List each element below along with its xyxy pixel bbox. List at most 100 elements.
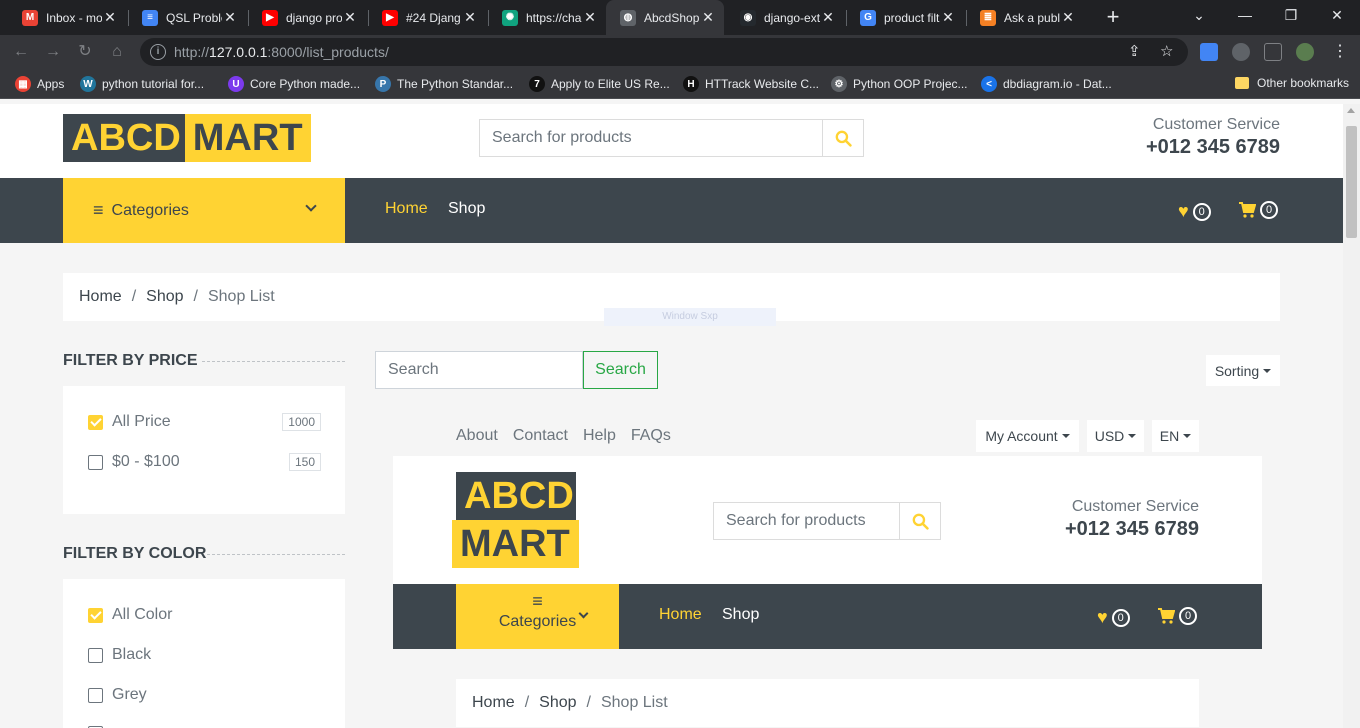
- price-option-all[interactable]: All Price: [88, 413, 171, 431]
- checkbox-checked[interactable]: [88, 607, 103, 623]
- embedded-search-input[interactable]: Search for products: [714, 503, 899, 539]
- browser-tab[interactable]: ≡ QSL Proble ✕: [128, 0, 246, 35]
- breadcrumb-shop[interactable]: Shop: [539, 694, 576, 712]
- listing-search-input[interactable]: Search: [375, 351, 583, 389]
- link-contact[interactable]: Contact: [513, 427, 568, 445]
- browser-tab[interactable]: ◍ AbcdShop ✕: [606, 0, 724, 35]
- checkbox[interactable]: [88, 454, 103, 470]
- address-bar[interactable]: i http://127.0.0.1:8000/list_products/ ⇪…: [140, 38, 1188, 66]
- breadcrumb-shop[interactable]: Shop: [146, 288, 183, 306]
- color-option-all[interactable]: All Color: [88, 606, 172, 624]
- browser-tab[interactable]: ▶ #24 Djang ✕: [368, 0, 486, 35]
- sorting-dropdown[interactable]: Sorting: [1206, 355, 1280, 386]
- header-search-button[interactable]: [822, 120, 863, 156]
- browser-tab[interactable]: ≣ Ask a publ ✕: [966, 0, 1084, 35]
- customer-service-phone: +012 345 6789: [1145, 136, 1280, 158]
- checkbox[interactable]: [88, 647, 103, 663]
- close-tab-icon[interactable]: ✕: [1060, 9, 1076, 26]
- tab-title: product filt: [884, 10, 940, 25]
- minimize-icon[interactable]: —: [1222, 0, 1268, 32]
- reload-icon[interactable]: ↻: [74, 41, 96, 63]
- extensions-icon[interactable]: [1232, 43, 1250, 61]
- embedded-cart-button[interactable]: 0: [1157, 607, 1197, 625]
- link-help[interactable]: Help: [583, 427, 616, 445]
- tab-title: #24 Djang: [406, 10, 461, 25]
- site-logo[interactable]: ABCD MART: [63, 114, 311, 162]
- close-tab-icon[interactable]: ✕: [700, 9, 716, 26]
- new-tab-button[interactable]: +: [1100, 5, 1126, 31]
- close-tab-icon[interactable]: ✕: [102, 9, 118, 26]
- embedded-nav-shop[interactable]: Shop: [722, 606, 759, 624]
- other-bookmarks[interactable]: Other bookmarks: [1235, 76, 1349, 90]
- close-tab-icon[interactable]: ✕: [342, 9, 358, 26]
- nav-home[interactable]: Home: [385, 200, 428, 218]
- browser-tab[interactable]: ▶ django pro ✕: [248, 0, 366, 35]
- embedded-logo[interactable]: ABCD MART: [452, 472, 579, 568]
- embedded-search-button[interactable]: [899, 503, 940, 539]
- breadcrumb-home[interactable]: Home: [79, 288, 122, 306]
- embedded-customer-service: Customer Service +012 345 6789: [999, 498, 1199, 541]
- browser-tab[interactable]: ◉ django-ext ✕: [726, 0, 844, 35]
- browser-tab[interactable]: ✺ https://cha ✕: [488, 0, 606, 35]
- bookmark-item[interactable]: H HTTrack Website C...: [683, 76, 819, 92]
- scroll-up-icon[interactable]: [1347, 108, 1355, 113]
- tab-title: AbcdShop: [644, 10, 700, 25]
- close-tab-icon[interactable]: ✕: [582, 9, 598, 26]
- globe-icon: ◍: [620, 9, 636, 26]
- site-info-icon[interactable]: i: [150, 44, 166, 60]
- categories-toggle[interactable]: ≡ Categories: [63, 178, 345, 243]
- bookmark-item[interactable]: < dbdiagram.io - Dat...: [981, 76, 1112, 92]
- embedded-categories-toggle[interactable]: ≡ Categories: [456, 584, 619, 649]
- link-about[interactable]: About: [456, 427, 498, 445]
- link-faqs[interactable]: FAQs: [631, 427, 671, 445]
- color-option-grey[interactable]: Grey: [88, 686, 147, 704]
- bookmark-star-icon[interactable]: ☆: [1160, 42, 1173, 60]
- browser-tab[interactable]: Gproduct filt ✕: [846, 0, 964, 35]
- search-icon: [835, 130, 852, 147]
- my-account-dropdown[interactable]: My Account: [976, 420, 1079, 452]
- forward-icon[interactable]: →: [42, 41, 64, 63]
- nav-shop[interactable]: Shop: [448, 200, 485, 218]
- checkbox-checked[interactable]: [88, 414, 103, 430]
- cart-button[interactable]: 0: [1238, 201, 1278, 219]
- close-tab-icon[interactable]: ✕: [820, 9, 836, 26]
- side-panel-icon[interactable]: [1264, 43, 1282, 61]
- listing-search-button[interactable]: Search: [583, 351, 658, 389]
- price-option-0-100[interactable]: $0 - $100: [88, 453, 180, 471]
- embedded-wishlist-button[interactable]: ♥ 0: [1097, 607, 1130, 628]
- color-option-label: All Color: [112, 606, 173, 623]
- checkbox[interactable]: [88, 687, 103, 703]
- embedded-nav-home[interactable]: Home: [659, 606, 702, 624]
- close-tab-icon[interactable]: ✕: [222, 9, 238, 26]
- scroll-thumb[interactable]: [1346, 126, 1357, 238]
- translate-extension-icon[interactable]: [1200, 43, 1218, 61]
- bookmark-item[interactable]: ⚙ Python OOP Projec...: [831, 76, 968, 92]
- bookmark-item[interactable]: 7 Apply to Elite US Re...: [529, 76, 670, 92]
- header-search-input[interactable]: Search for products: [480, 120, 822, 156]
- bookmark-item[interactable]: Wpython tutorial for...: [80, 76, 204, 92]
- bookmark-item[interactable]: P The Python Standar...: [375, 76, 513, 92]
- menu-kebab-icon[interactable]: ⋮: [1332, 41, 1348, 61]
- language-dropdown[interactable]: EN: [1152, 420, 1199, 452]
- bookmark-label: dbdiagram.io - Dat...: [1003, 77, 1112, 91]
- page-scrollbar[interactable]: [1343, 104, 1360, 728]
- maximize-icon[interactable]: ❐: [1268, 0, 1314, 32]
- close-tab-icon[interactable]: ✕: [940, 9, 956, 26]
- browser-tab[interactable]: M Inbox - mo ✕: [8, 0, 126, 35]
- bookmark-item[interactable]: ▦ Apps: [15, 76, 64, 92]
- bookmark-item[interactable]: U Core Python made...: [228, 76, 360, 92]
- profile-avatar[interactable]: [1296, 43, 1314, 61]
- color-option-black[interactable]: Black: [88, 646, 151, 664]
- tab-title: django pro: [286, 10, 342, 25]
- home-icon[interactable]: ⌂: [106, 41, 128, 63]
- back-icon[interactable]: ←: [10, 41, 32, 63]
- close-tab-icon[interactable]: ✕: [462, 9, 478, 26]
- breadcrumb-home[interactable]: Home: [472, 694, 515, 712]
- tab-search-icon[interactable]: ⌄: [1176, 0, 1222, 32]
- close-window-icon[interactable]: ✕: [1314, 0, 1360, 32]
- share-icon[interactable]: ⇪: [1128, 42, 1141, 60]
- currency-dropdown[interactable]: USD: [1087, 420, 1144, 452]
- bookmark-favicon-icon: ⚙: [831, 76, 847, 92]
- embedded-search: Search for products: [713, 502, 941, 540]
- wishlist-button[interactable]: ♥ 0: [1178, 201, 1211, 222]
